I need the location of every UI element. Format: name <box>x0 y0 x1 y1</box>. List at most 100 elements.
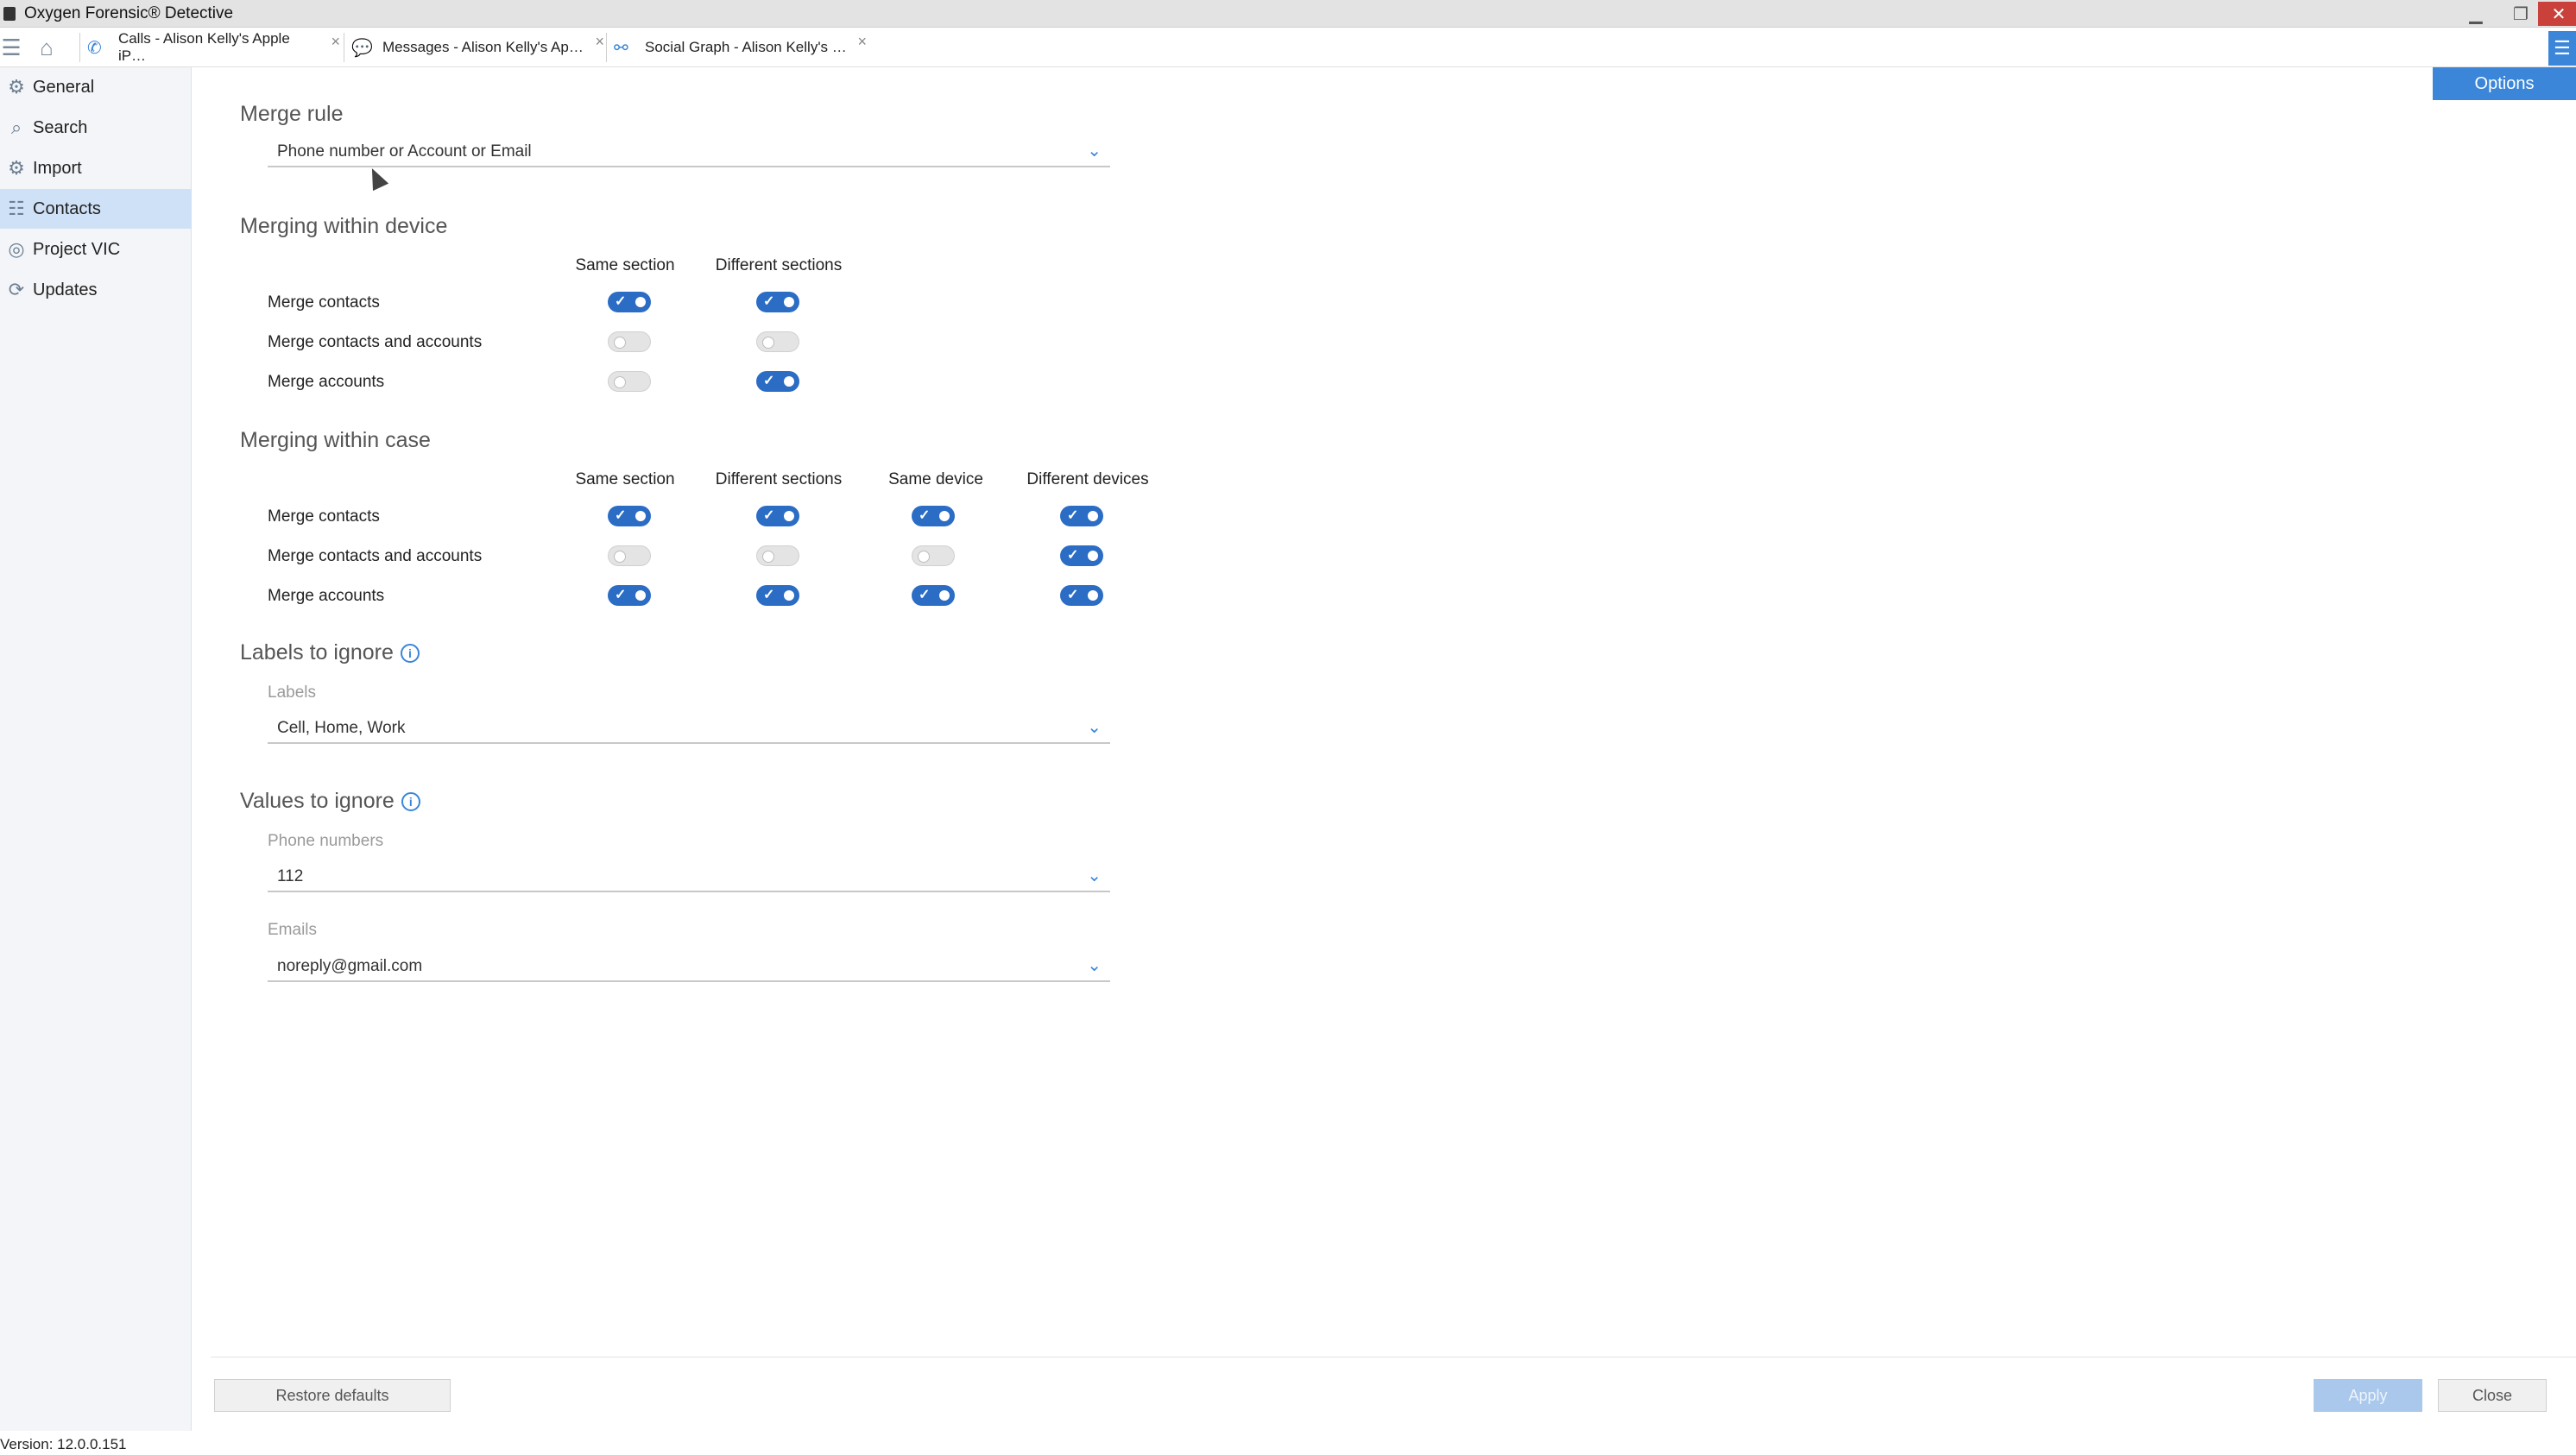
sidebar-item-import[interactable]: ⚙ Import <box>0 148 192 188</box>
emails-label: Emails <box>268 921 318 939</box>
row-label: Merge contacts and accounts <box>268 547 483 565</box>
within-case-heading: Merging within case <box>240 428 431 452</box>
emails-dropdown[interactable]: noreply@gmail.com ⌄ <box>268 953 1110 982</box>
phone-numbers-label: Phone numbers <box>268 832 384 850</box>
tab-social-graph[interactable]: ⚯ Social Graph - Alison Kelly's … × <box>606 33 867 62</box>
tab-close-icon[interactable]: × <box>331 33 340 51</box>
close-button[interactable]: Close <box>2438 1379 2547 1412</box>
row-label: Merge accounts <box>268 587 385 605</box>
toggle-case-accounts-different-sections[interactable] <box>756 585 799 606</box>
options-button[interactable]: Options <box>2433 67 2576 100</box>
graph-icon: ⚯ <box>614 38 628 58</box>
merge-rule-value: Phone number or Account or Email <box>277 142 532 161</box>
tab-close-icon[interactable]: × <box>857 33 867 51</box>
toggle-case-contacts-accounts-different-sections[interactable] <box>756 545 799 566</box>
sidebar-item-label: Updates <box>33 280 98 299</box>
sidebar-item-label: Project VIC <box>33 239 121 259</box>
toggle-case-contacts-different-sections[interactable] <box>756 506 799 526</box>
merge-rule-dropdown[interactable]: Phone number or Account or Email ⌄ <box>268 138 1110 167</box>
sidebar-item-label: Search <box>33 117 88 137</box>
values-to-ignore-heading: Values to ignore i <box>240 789 420 814</box>
row-label: Merge accounts <box>268 373 385 391</box>
tab-social-graph-label: Social Graph - Alison Kelly's … <box>645 39 847 55</box>
toggle-case-contacts-accounts-same-section[interactable] <box>608 545 651 566</box>
row-label: Merge contacts <box>268 507 380 526</box>
sidebar-item-updates[interactable]: ⟳ Updates <box>0 270 192 310</box>
hamburger-menu-icon[interactable]: ☰ <box>0 35 22 60</box>
labels-dropdown[interactable]: Cell, Home, Work ⌄ <box>268 715 1110 744</box>
emails-value: noreply@gmail.com <box>277 957 423 975</box>
phone-numbers-dropdown[interactable]: 112 ⌄ <box>268 863 1110 892</box>
info-icon[interactable]: i <box>401 792 420 812</box>
toggle-case-accounts-same-device[interactable] <box>912 585 955 606</box>
merge-rule-heading: Merge rule <box>240 102 344 126</box>
values-to-ignore-title: Values to ignore <box>240 789 395 813</box>
restore-defaults-button[interactable]: Restore defaults <box>214 1379 451 1412</box>
target-icon: ◎ <box>8 238 25 260</box>
chevron-down-icon: ⌄ <box>1087 142 1102 161</box>
mouse-cursor-icon <box>363 164 389 192</box>
toggle-case-contacts-same-section[interactable] <box>608 506 651 526</box>
tab-calls-label: Calls - Alison Kelly's Apple iP… <box>117 30 290 64</box>
panel-menu-icon[interactable]: ☰ <box>2548 31 2576 66</box>
app-logo-icon <box>3 7 16 21</box>
tab-close-icon[interactable]: × <box>595 33 604 51</box>
column-header: Same section <box>575 256 675 274</box>
sidebar-item-contacts[interactable]: ☷ Contacts <box>0 189 192 229</box>
row-label: Merge contacts <box>268 293 380 312</box>
window-title: Oxygen Forensic® Detective <box>24 4 234 22</box>
home-icon[interactable]: ⌂ <box>31 35 62 60</box>
toggle-device-contacts-accounts-same-section[interactable] <box>608 331 651 352</box>
tab-messages-label: Messages - Alison Kelly's Ap… <box>382 39 584 55</box>
labels-to-ignore-heading: Labels to ignore i <box>240 640 420 665</box>
sidebar-item-label: Import <box>33 158 82 178</box>
phone-numbers-value: 112 <box>277 867 304 885</box>
chevron-down-icon: ⌄ <box>1087 956 1102 975</box>
toggle-case-contacts-same-device[interactable] <box>912 506 955 526</box>
toggle-case-contacts-accounts-different-devices[interactable] <box>1060 545 1103 566</box>
column-header: Different devices <box>1026 470 1149 488</box>
column-header: Same device <box>888 470 983 488</box>
column-header: Different sections <box>715 470 843 488</box>
minimize-icon[interactable]: ▁ <box>2455 2 2497 26</box>
toggle-case-accounts-different-devices[interactable] <box>1060 585 1103 606</box>
column-header: Same section <box>575 470 675 488</box>
restore-window-icon[interactable]: ❐ <box>2500 2 2541 26</box>
sidebar-item-project-vic[interactable]: ◎ Project VIC <box>0 230 192 269</box>
info-icon[interactable]: i <box>400 644 420 664</box>
version-text: Version: 12.0.0.151 <box>0 1436 127 1452</box>
chevron-down-icon: ⌄ <box>1087 718 1102 737</box>
labels-value: Cell, Home, Work <box>277 719 406 737</box>
column-header: Different sections <box>715 256 843 274</box>
toggle-device-accounts-same-section[interactable] <box>608 371 651 392</box>
labels-to-ignore-title: Labels to ignore <box>240 640 394 665</box>
refresh-icon: ⟳ <box>8 279 25 300</box>
row-label: Merge contacts and accounts <box>268 333 483 351</box>
tab-bar: ☰ ⌂ ✆ Calls - Alison Kelly's Apple iP… ×… <box>0 28 2576 67</box>
apply-button[interactable]: Apply <box>2314 1379 2422 1412</box>
toggle-device-contacts-same-section[interactable] <box>608 292 651 312</box>
sidebar: ⚙ General ⌕ Search ⚙ Import ☷ Contacts ◎… <box>0 67 192 1431</box>
message-icon: 💬 <box>351 38 373 58</box>
search-icon: ⌕ <box>10 117 22 138</box>
tab-calls[interactable]: ✆ Calls - Alison Kelly's Apple iP… × <box>79 30 340 64</box>
chevron-down-icon: ⌄ <box>1087 866 1102 885</box>
tab-messages[interactable]: 💬 Messages - Alison Kelly's Ap… × <box>344 33 604 62</box>
toggle-case-contacts-different-devices[interactable] <box>1060 506 1103 526</box>
toggle-device-contacts-accounts-different-sections[interactable] <box>756 331 799 352</box>
sidebar-item-search[interactable]: ⌕ Search <box>0 108 192 148</box>
toggle-device-contacts-different-sections[interactable] <box>756 292 799 312</box>
sidebar-item-label: General <box>33 77 95 97</box>
toggle-case-accounts-same-section[interactable] <box>608 585 651 606</box>
gear-icon: ⚙ <box>8 76 25 98</box>
labels-field-label: Labels <box>268 683 316 702</box>
contacts-icon: ☷ <box>8 198 25 219</box>
toggle-device-accounts-different-sections[interactable] <box>756 371 799 392</box>
gear-icon: ⚙ <box>8 157 25 179</box>
sidebar-item-general[interactable]: ⚙ General <box>0 67 192 107</box>
close-window-icon[interactable]: ✕ <box>2538 2 2576 26</box>
title-bar: Oxygen Forensic® Detective ▁ ❐ ✕ <box>0 0 2576 28</box>
within-device-heading: Merging within device <box>240 214 448 238</box>
sidebar-item-label: Contacts <box>33 198 101 218</box>
toggle-case-contacts-accounts-same-device[interactable] <box>912 545 955 566</box>
